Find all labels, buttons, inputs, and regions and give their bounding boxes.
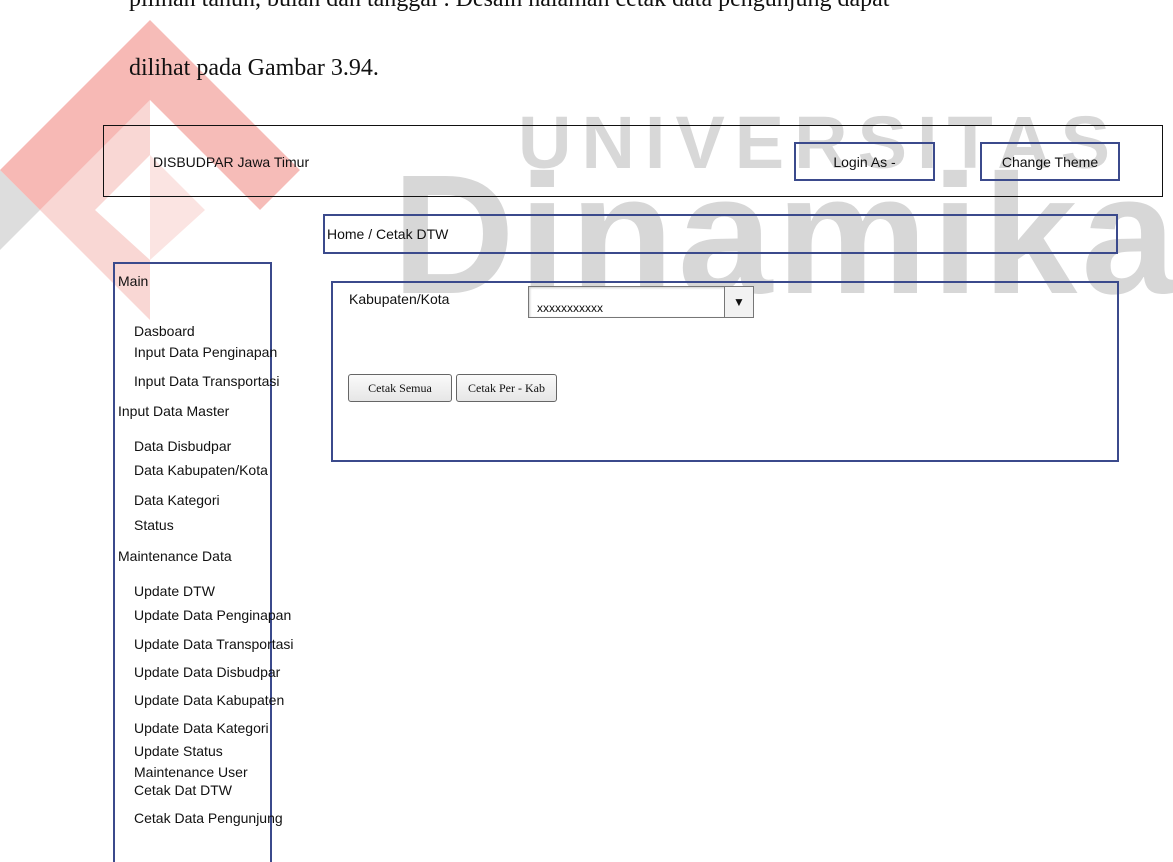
sidebar-item-update-status[interactable]: Update Status (134, 743, 223, 759)
document-text-line: pilihan tahun, bulan dan tanggal . Desai… (129, 0, 889, 13)
dropdown-arrow-icon[interactable]: ▼ (724, 287, 753, 317)
sidebar-item-data-disbudpar[interactable]: Data Disbudpar (134, 438, 231, 454)
sidebar-item-data-kabupaten[interactable]: Data Kabupaten/Kota (134, 462, 268, 478)
header-bar: DISBUDPAR Jawa Timur Login As - Change T… (103, 125, 1163, 197)
sidebar-item-cetak-dtw[interactable]: Cetak Dat DTW (134, 782, 232, 798)
cetak-form-panel: Kabupaten/Kota xxxxxxxxxxx ▼ Cetak Semua… (331, 281, 1119, 462)
login-as-button[interactable]: Login As - (794, 142, 935, 181)
cetak-semua-button[interactable]: Cetak Semua (348, 374, 452, 402)
kabupaten-select[interactable]: xxxxxxxxxxx ▼ (528, 286, 754, 318)
document-text-line: dilihat pada Gambar 3.94. (129, 55, 379, 81)
sidebar-section-main: Main (118, 273, 149, 289)
change-theme-button[interactable]: Change Theme (980, 142, 1120, 181)
sidebar-item-maintenance-user[interactable]: Maintenance User (134, 764, 248, 780)
sidebar-item-status[interactable]: Status (134, 517, 174, 533)
sidebar-item-update-transportasi[interactable]: Update Data Transportasi (134, 636, 294, 652)
kabupaten-select-value: xxxxxxxxxxx (537, 301, 603, 315)
sidebar-item-data-kategori[interactable]: Data Kategori (134, 492, 220, 508)
sidebar: Main Dasboard Input Data Penginapan Inpu… (113, 262, 294, 862)
sidebar-item-update-kabupaten[interactable]: Update Data Kabupaten (134, 692, 284, 708)
sidebar-item-update-disbudpar[interactable]: Update Data Disbudpar (134, 664, 280, 680)
sidebar-item-input-penginapan[interactable]: Input Data Penginapan (134, 344, 277, 360)
sidebar-item-update-penginapan[interactable]: Update Data Penginapan (134, 607, 291, 623)
brand-title: DISBUDPAR Jawa Timur (153, 154, 310, 170)
sidebar-item-update-kategori[interactable]: Update Data Kategori (134, 720, 269, 736)
sidebar-item-update-dtw[interactable]: Update DTW (134, 583, 215, 599)
cetak-per-kab-button[interactable]: Cetak Per - Kab (456, 374, 557, 402)
sidebar-item-cetak-pengunjung[interactable]: Cetak Data Pengunjung (134, 810, 283, 826)
sidebar-section-maintenance: Maintenance Data (118, 548, 232, 564)
sidebar-item-dasboard[interactable]: Dasboard (134, 323, 195, 339)
sidebar-section-input-master: Input Data Master (118, 403, 230, 419)
breadcrumb: Home / Cetak DTW (323, 214, 1118, 254)
sidebar-item-input-transportasi[interactable]: Input Data Transportasi (134, 373, 280, 389)
kabupaten-label: Kabupaten/Kota (349, 291, 450, 307)
